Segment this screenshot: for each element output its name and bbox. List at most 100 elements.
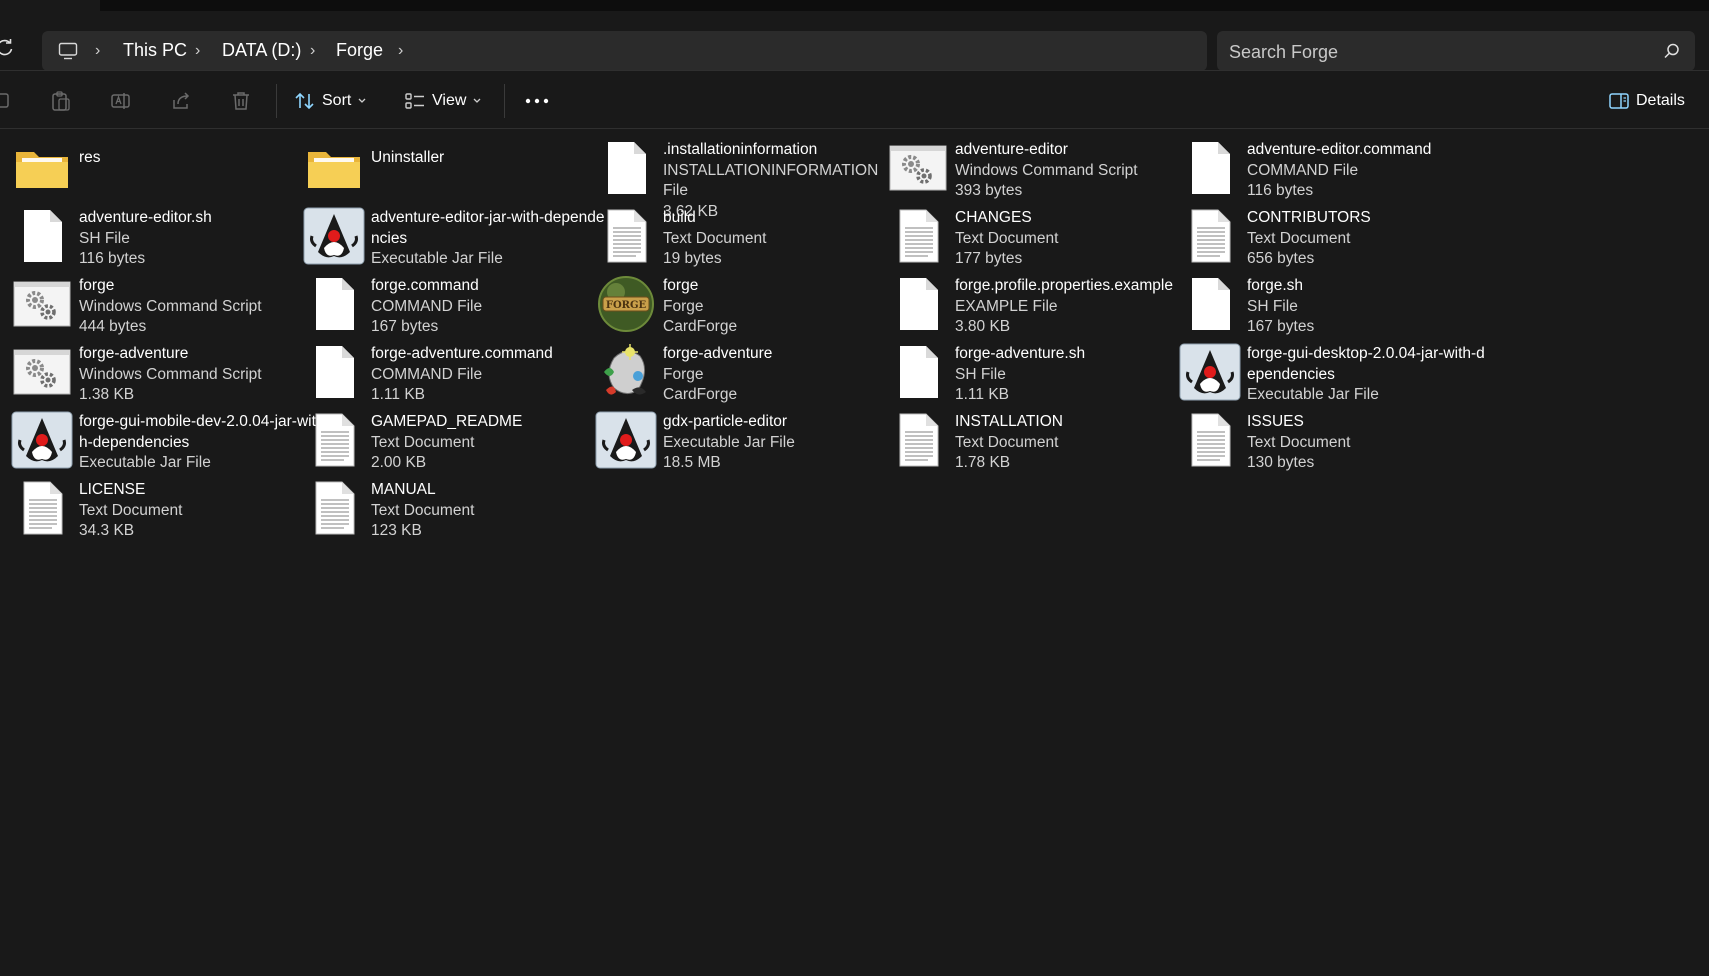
file-item[interactable]: forge-adventure Forge CardForge <box>584 336 902 406</box>
file-item[interactable]: res <box>0 132 318 202</box>
file-name: INSTALLATION <box>955 413 1063 430</box>
file-size: 393 bytes <box>955 182 1023 199</box>
file-name: CHANGES <box>955 209 1032 226</box>
file-type: Windows Command Script <box>79 297 262 315</box>
this-pc-icon[interactable] <box>58 41 78 61</box>
blank-file-icon <box>1178 138 1242 198</box>
file-item[interactable]: forge-adventure Windows Command Script 1.3… <box>0 336 318 406</box>
file-info: forge-gui-desktop-2.0.04-jar-with-depend… <box>1247 344 1485 406</box>
blank-file-icon <box>886 342 950 402</box>
chevron-down-icon <box>473 98 481 103</box>
chevron-right-icon[interactable]: › <box>195 42 211 60</box>
file-name: forge <box>663 277 699 294</box>
file-info: gdx-particle-editor Executable Jar File 18… <box>663 412 901 474</box>
file-item[interactable]: MANUAL Text Document 123 KB <box>292 472 610 542</box>
file-type: Text Document <box>371 433 475 451</box>
file-item[interactable]: ISSUES Text Document 130 bytes <box>1168 404 1486 474</box>
file-item[interactable]: adventure-editor-jar-with-dependencies Ex… <box>292 200 610 270</box>
folder-icon <box>10 138 74 198</box>
file-item[interactable]: INSTALLATION Text Document 1.78 KB <box>876 404 1194 474</box>
file-name: build <box>663 209 696 226</box>
details-button[interactable]: Details <box>1608 84 1685 118</box>
file-name: gdx-particle-editor <box>663 413 788 430</box>
view-button[interactable]: View <box>404 84 482 118</box>
search-icon[interactable] <box>1663 42 1681 60</box>
sort-label: Sort <box>322 92 352 109</box>
file-name: Uninstaller <box>371 149 445 166</box>
file-item[interactable]: forge-adventure.sh SH File 1.11 KB <box>876 336 1194 406</box>
file-item[interactable]: CONTRIBUTORS Text Document 656 bytes <box>1168 200 1486 270</box>
divider <box>0 128 1709 129</box>
file-item[interactable]: CHANGES Text Document 177 bytes <box>876 200 1194 270</box>
file-info: INSTALLATION Text Document 1.78 KB <box>955 412 1193 474</box>
search-input[interactable] <box>1227 38 1631 66</box>
file-info: adventure-editor Windows Command Script 39… <box>955 140 1193 202</box>
file-name: forge-gui-desktop-2.0.04-jar-with-depend… <box>1247 345 1485 383</box>
file-item[interactable]: build Text Document 19 bytes <box>584 200 902 270</box>
text-document-icon <box>1178 410 1242 470</box>
delete-icon[interactable] <box>230 90 252 112</box>
search-box[interactable] <box>1217 31 1695 71</box>
file-type: COMMAND File <box>1247 161 1359 179</box>
file-type: INSTALLATIONINFORMATION File <box>663 161 879 200</box>
file-size: 656 bytes <box>1247 250 1315 267</box>
file-item[interactable]: adventure-editor Windows Command Script 39… <box>876 132 1194 202</box>
text-document-icon <box>302 410 366 470</box>
file-item[interactable]: FORGE forge Forge CardForge <box>584 268 902 338</box>
blank-file-icon <box>302 342 366 402</box>
forge-adventure-icon <box>594 342 658 402</box>
rename-icon[interactable] <box>110 90 132 112</box>
file-name: adventure-editor.sh <box>79 209 212 226</box>
blank-file-icon <box>886 274 950 334</box>
file-name: forge-gui-mobile-dev-2.0.04-jar-with-dep… <box>79 413 316 451</box>
sort-icon <box>295 92 314 110</box>
file-item[interactable]: GAMEPAD_README Text Document 2.00 KB <box>292 404 610 474</box>
file-info: forge.command COMMAND File 167 bytes <box>371 276 609 338</box>
file-info: adventure-editor.command COMMAND File 116 … <box>1247 140 1485 202</box>
file-item[interactable]: forge-gui-mobile-dev-2.0.04-jar-with-dep… <box>0 404 318 474</box>
file-size: 1.11 KB <box>955 386 1010 403</box>
crumb-forge[interactable]: Forge <box>336 40 383 61</box>
refresh-icon[interactable] <box>0 39 14 57</box>
chevron-right-icon[interactable]: › <box>310 42 326 60</box>
file-item[interactable]: LICENSE Text Document 34.3 KB <box>0 472 318 542</box>
file-name: forge-adventure <box>663 345 773 362</box>
file-info: forge-adventure.sh SH File 1.11 KB <box>955 344 1193 406</box>
copy-icon[interactable] <box>0 90 16 112</box>
folder-icon <box>302 138 366 198</box>
file-item[interactable]: forge-gui-desktop-2.0.04-jar-with-depend… <box>1168 336 1486 406</box>
file-item[interactable]: adventure-editor.sh SH File 116 bytes <box>0 200 318 270</box>
crumb-data-drive[interactable]: DATA (D:) <box>222 40 301 61</box>
toolbar-separator <box>276 84 277 118</box>
crumb-this-pc[interactable]: This PC <box>123 40 187 61</box>
file-list: res Uninstaller .installationinformation… <box>0 130 1709 976</box>
file-type: Text Document <box>371 501 475 519</box>
file-size: CardForge <box>663 386 738 403</box>
file-item[interactable]: .installationinformation INSTALLATIONINFO… <box>584 132 902 220</box>
sort-button[interactable]: Sort <box>294 84 367 118</box>
file-size: 19 bytes <box>663 250 722 267</box>
file-item[interactable]: forge.command COMMAND File 167 bytes <box>292 268 610 338</box>
breadcrumb[interactable]: › This PC › DATA (D:) › Forge › <box>42 31 1207 71</box>
file-name: forge <box>79 277 115 294</box>
file-type: Windows Command Script <box>955 161 1138 179</box>
file-item[interactable]: forge.sh SH File 167 bytes <box>1168 268 1486 338</box>
file-item[interactable]: gdx-particle-editor Executable Jar File 18… <box>584 404 902 474</box>
share-icon[interactable] <box>170 90 192 112</box>
file-item[interactable]: forge Windows Command Script 444 bytes <box>0 268 318 338</box>
file-name: GAMEPAD_README <box>371 413 523 430</box>
more-options-icon[interactable] <box>522 88 552 114</box>
paste-icon[interactable] <box>50 90 72 112</box>
chevron-right-icon[interactable]: › <box>398 42 414 60</box>
file-size: 123 KB <box>371 522 422 539</box>
file-info: MANUAL Text Document 123 KB <box>371 480 609 542</box>
chevron-right-icon[interactable]: › <box>95 42 111 60</box>
toolbar-separator <box>504 84 505 118</box>
file-info: forge-adventure Windows Command Script 1.3… <box>79 344 317 406</box>
file-item[interactable]: forge.profile.properties.example EXAMPLE … <box>876 268 1194 338</box>
file-info: LICENSE Text Document 34.3 KB <box>79 480 317 542</box>
file-item[interactable]: adventure-editor.command COMMAND File 116 … <box>1168 132 1486 202</box>
file-item[interactable]: forge-adventure.command COMMAND File 1.11 … <box>292 336 610 406</box>
file-name: forge.sh <box>1247 277 1304 294</box>
file-item[interactable]: Uninstaller <box>292 132 610 202</box>
